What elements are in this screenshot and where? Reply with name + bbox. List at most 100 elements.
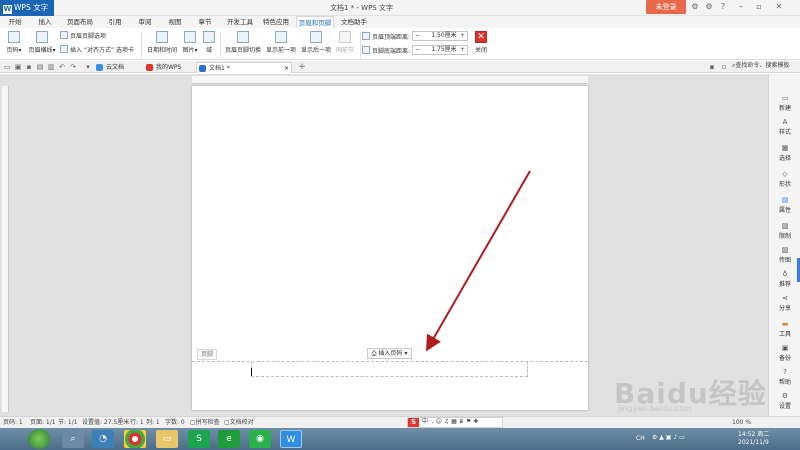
panel-style[interactable]: A 样式 [769, 118, 800, 136]
clock-date[interactable]: 2021/11/9 [738, 439, 769, 447]
print-icon[interactable]: ▤ [36, 63, 44, 71]
panel-properties[interactable]: ▤ 属性 [769, 196, 800, 214]
tab-doc-assistant[interactable]: 文档助手 [338, 16, 370, 28]
panel-backup[interactable]: ▣ 备份 [769, 344, 800, 362]
tab-doc1[interactable]: 文档1 * ✕ [196, 62, 292, 73]
ribbon: 页码▾ 页眉横线▾ 页眉页脚选项 插入 “对齐方式” 选项卡 日期和时间 图片▾… [0, 28, 800, 60]
close-window-icon[interactable]: ✕ [774, 2, 784, 12]
search-icon[interactable]: ⌕ [62, 430, 84, 448]
decrement-button[interactable]: − [413, 32, 422, 40]
footer-bottom-distance-spinner[interactable]: − 1.75厘米 + [412, 45, 468, 55]
new-icon[interactable]: ▭ [3, 63, 11, 71]
field-button[interactable]: 域 [202, 31, 216, 54]
footer-area[interactable] [251, 362, 528, 377]
tab-cloud-doc-label: 云文档 [106, 64, 125, 71]
lock-icon[interactable]: ▪ [708, 63, 716, 71]
ime-toolbar[interactable]: S 中 ·, ☺ ♫ ▦ ♛ ⚑ ✚ [407, 417, 503, 428]
picture-icon [184, 31, 196, 43]
tab-view[interactable]: 视图 [164, 16, 186, 28]
chevron-down-icon[interactable]: ▾ [84, 63, 92, 71]
date-time-label: 日期和时间 [146, 47, 177, 54]
hf-switch-button[interactable]: 页眉页脚切换 [223, 31, 263, 54]
tray-icons[interactable]: ⚙ ▲ ▣ ♪ ▭ [652, 434, 685, 442]
picture-button[interactable]: 图片▾ [180, 31, 200, 54]
skin-icon[interactable]: ⚙ [690, 2, 700, 12]
panel-restrict[interactable]: ▧ 限制 [769, 222, 800, 240]
tab-my-wps[interactable]: 我的WPS [144, 62, 194, 73]
show-next-button[interactable]: 显示后一项 [300, 31, 332, 54]
panel-new[interactable]: ▭ 新建 [769, 94, 800, 112]
start-button[interactable] [28, 429, 50, 449]
tab-special[interactable]: 特色应用 [260, 16, 292, 28]
tab-home[interactable]: 开始 [4, 16, 26, 28]
tab-developer[interactable]: 开发工具 [224, 16, 256, 28]
status-setting: 设置值: 27.5厘米 [82, 419, 130, 426]
tab-review[interactable]: 审阅 [134, 16, 156, 28]
clock-time[interactable]: 14:52 周二 [738, 431, 769, 439]
folder-icon[interactable]: ▭ [156, 430, 178, 448]
preview-icon[interactable]: ▥ [47, 63, 55, 71]
help-icon[interactable]: ? [718, 2, 728, 12]
status-proofread[interactable]: ▢文档校对 [224, 418, 254, 428]
page-number-button[interactable]: 页码▾ [4, 31, 24, 54]
wps-writer-icon[interactable]: W [280, 430, 302, 448]
panel-backup-label: 备份 [778, 355, 791, 362]
restore-icon[interactable]: ▫ [754, 2, 764, 12]
same-as-prev-button[interactable]: 同前节 [334, 31, 356, 54]
header-top-distance-spinner[interactable]: − 1.50厘米 + [412, 31, 468, 41]
same-as-prev-label: 同前节 [335, 47, 354, 54]
message-icon[interactable]: ▫ [720, 63, 728, 71]
login-button[interactable]: 未登录 [646, 0, 686, 14]
search-commands[interactable]: ⌕查找命令、搜索模板 [732, 61, 789, 71]
hf-options-button[interactable]: 页眉页脚选项 [60, 31, 106, 40]
tab-page-layout[interactable]: 页面布局 [64, 16, 96, 28]
settings-icon[interactable]: ⚙ [704, 2, 714, 12]
media-icon[interactable]: ◔ [92, 430, 114, 448]
os-taskbar: ⌕ ◔ ▭ S e ◉ W CH ⚙ ▲ ▣ ♪ ▭ 14:52 周二 2021… [0, 428, 800, 450]
hf-switch-label: 页眉页脚切换 [224, 47, 261, 54]
increment-button[interactable]: + [458, 46, 467, 54]
tab-references[interactable]: 引用 [104, 16, 126, 28]
field-label: 域 [205, 47, 212, 54]
show-prev-button[interactable]: 显示前一项 [265, 31, 297, 54]
status-spell-check[interactable]: ▢拼写检查 [190, 418, 220, 428]
bulb-icon: ♁ [782, 270, 788, 278]
sogou-ime-icon[interactable]: S [408, 418, 419, 427]
decrement-button[interactable]: − [413, 46, 422, 54]
header-line-button[interactable]: 页眉横线▾ [26, 31, 58, 54]
save-icon[interactable]: ▪ [25, 63, 33, 71]
open-icon[interactable]: ▣ [14, 63, 22, 71]
browser-e-icon[interactable]: e [218, 430, 240, 448]
horizontal-ruler[interactable] [192, 76, 588, 84]
close-tab-icon[interactable]: ✕ [284, 63, 289, 74]
chrome-icon[interactable] [124, 430, 146, 448]
insert-page-number-button[interactable]: ⎙ 插入页码 ▾ [367, 348, 412, 359]
language-indicator[interactable]: CH [636, 435, 645, 443]
close-hf-button[interactable]: ✕ 关闭 [472, 31, 490, 54]
app-menu-button[interactable]: WWPS 文字 ▾ [0, 0, 54, 28]
vertical-ruler[interactable] [2, 86, 9, 412]
insert-align-tab-button[interactable]: 插入 “对齐方式” 选项卡 [60, 45, 134, 54]
minimize-icon[interactable]: – [736, 2, 746, 12]
panel-select[interactable]: ▦ 选择 [769, 144, 800, 162]
redo-icon[interactable]: ↷ [69, 63, 77, 71]
panel-recommend[interactable]: ♁ 推荐 [769, 270, 800, 288]
wechat-icon[interactable]: ◉ [249, 430, 271, 448]
panel-share[interactable]: ⋖ 分享 [769, 294, 800, 312]
undo-icon[interactable]: ↶ [58, 63, 66, 71]
tab-cloud-doc[interactable]: 云文档 [94, 62, 140, 73]
panel-tools[interactable]: ▬ 工具 [769, 320, 800, 338]
status-word-count[interactable]: 字数: 0 [165, 418, 185, 428]
increment-button[interactable]: + [458, 32, 467, 40]
tab-insert[interactable]: 插入 [34, 16, 56, 28]
tab-chapter[interactable]: 章节 [194, 16, 216, 28]
show-next-label: 显示后一项 [300, 47, 331, 54]
spreadsheet-app-icon[interactable]: S [188, 430, 210, 448]
ime-chinese-mode[interactable]: 中 ·, ☺ ♫ ▦ ♛ ⚑ ✚ [422, 417, 478, 427]
date-time-button[interactable]: 日期和时间 [146, 31, 178, 54]
tab-header-footer[interactable]: 页眉和页脚 [296, 16, 334, 28]
panel-upload-image[interactable]: ▨ 传图 [769, 246, 800, 264]
footer-bottom-distance-label: 页脚底端距离: [362, 46, 410, 55]
new-tab-icon[interactable]: + [298, 63, 306, 72]
panel-shape[interactable]: ◇ 形状 [769, 170, 800, 188]
